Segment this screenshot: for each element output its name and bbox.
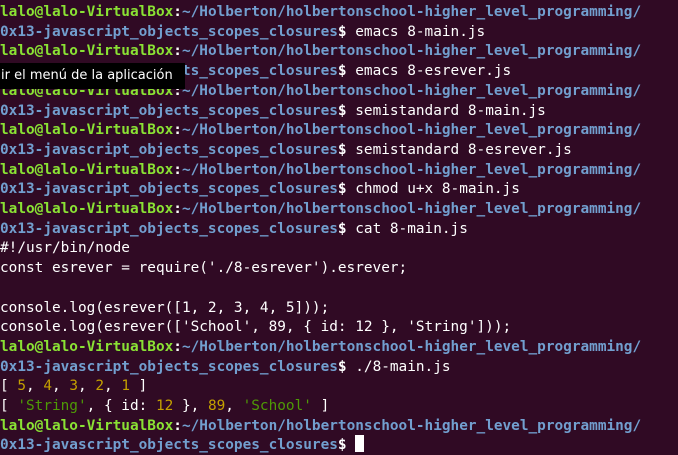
terminal-line: lalo@lalo-VirtualBox:~/Holberton/holbert… — [0, 120, 641, 140]
command-text: chmod u+x 8-main.js — [346, 181, 520, 198]
prompt-dollar: $ — [337, 63, 347, 80]
file-content-line: #!/usr/bin/node — [0, 240, 130, 257]
terminal-line: 0x13-javascript_objects_scopes_closures$… — [0, 101, 546, 121]
file-content-line: console.log(esrever(['School', 89, { id:… — [0, 319, 512, 336]
prompt-colon: : — [173, 161, 182, 178]
terminal-line: 0x13-javascript_objects_scopes_closures$… — [0, 179, 520, 199]
output-bracket: ] — [311, 398, 330, 414]
output-number: 89 — [207, 398, 226, 414]
output-string: 'String' — [17, 398, 87, 414]
output-number: 3 — [69, 378, 78, 395]
prompt-user-host: lalo@lalo-VirtualBox — [0, 201, 174, 217]
command-text — [347, 437, 356, 453]
output-comma: , — [225, 398, 243, 414]
prompt-colon: : — [173, 43, 182, 60]
prompt-path: ~/Holberton/holbertonschool-higher_level… — [181, 161, 642, 178]
prompt-dollar: $ — [337, 181, 347, 198]
file-content-line: const esrever = require('./8-esrever').e… — [0, 260, 408, 277]
terminal-line: lalo@lalo-VirtualBox:~/Holberton/holbert… — [0, 199, 641, 219]
prompt-colon: : — [173, 122, 182, 139]
terminal-line: console.log(esrever(['School', 89, { id:… — [0, 317, 511, 337]
terminal-line: lalo@lalo-VirtualBox:~/Holberton/holbert… — [0, 416, 641, 436]
prompt-dollar: $ — [337, 141, 347, 158]
output-comma: , — [26, 378, 44, 395]
prompt-path: ~/Holberton/holbertonschool-higher_level… — [181, 4, 642, 20]
prompt-path-dir: 0x13-javascript_objects_scopes_closures — [0, 141, 338, 158]
command-text: emacs 8-esrever.js — [346, 63, 512, 80]
app-menu-tooltip: ir el menú de la aplicación — [0, 63, 185, 89]
output-comma: , — [78, 378, 96, 395]
terminal-line: lalo@lalo-VirtualBox:~/Holberton/holbert… — [0, 2, 641, 22]
output-bracket: [ — [0, 398, 18, 414]
terminal-line: 0x13-javascript_objects_scopes_closures$… — [0, 140, 572, 160]
output-number: 1 — [121, 378, 130, 395]
terminal-line: 0x13-javascript_objects_scopes_closures$… — [0, 22, 485, 42]
prompt-colon: : — [173, 201, 182, 217]
output-number: 4 — [43, 378, 52, 395]
prompt-dollar: $ — [337, 23, 347, 40]
terminal-line: 0x13-javascript_objects_scopes_closures$ — [0, 435, 365, 455]
terminal-line: #!/usr/bin/node — [0, 238, 130, 258]
terminal-line: console.log(esrever([1, 2, 3, 4, 5])); — [0, 298, 329, 318]
prompt-colon: : — [173, 4, 182, 20]
prompt-path: ~/Holberton/holbertonschool-higher_level… — [181, 417, 642, 434]
terminal-window[interactable]: lalo@lalo-VirtualBox:~/Holberton/holbert… — [0, 0, 678, 453]
output-text: }, — [173, 398, 208, 414]
command-text: emacs 8-main.js — [346, 23, 486, 40]
terminal-line: lalo@lalo-VirtualBox:~/Holberton/holbert… — [0, 160, 641, 180]
terminal-line: const esrever = require('./8-esrever').e… — [0, 258, 407, 278]
command-text: ./8-main.js — [346, 358, 451, 375]
prompt-path-dir: 0x13-javascript_objects_scopes_closures — [0, 181, 338, 198]
prompt-user-host: lalo@lalo-VirtualBox — [0, 4, 174, 20]
terminal-line: 0x13-javascript_objects_scopes_closures$… — [0, 219, 468, 239]
prompt-path-dir: 0x13-javascript_objects_scopes_closures — [0, 102, 338, 119]
prompt-path: ~/Holberton/holbertonschool-higher_level… — [181, 201, 642, 217]
file-content-line: console.log(esrever([1, 2, 3, 4, 5])); — [0, 299, 330, 316]
prompt-colon: : — [173, 338, 182, 355]
prompt-user-host: lalo@lalo-VirtualBox — [0, 122, 174, 139]
prompt-path-dir: 0x13-javascript_objects_scopes_closures — [0, 220, 338, 237]
text-cursor — [355, 435, 365, 453]
prompt-path: ~/Holberton/holbertonschool-higher_level… — [181, 43, 642, 60]
prompt-path-dir: 0x13-javascript_objects_scopes_closures — [0, 358, 338, 375]
prompt-dollar: $ — [337, 102, 347, 119]
prompt-path-dir: 0x13-javascript_objects_scopes_closures — [0, 23, 338, 40]
output-bracket: [ — [0, 378, 18, 395]
output-number: 2 — [95, 378, 104, 395]
command-text: semistandard 8-esrever.js — [346, 141, 572, 158]
output-number: 5 — [17, 378, 26, 395]
prompt-user-host: lalo@lalo-VirtualBox — [0, 161, 174, 178]
prompt-user-host: lalo@lalo-VirtualBox — [0, 338, 174, 355]
output-string: 'School' — [242, 398, 312, 414]
prompt-dollar: $ — [337, 437, 347, 454]
prompt-colon: : — [173, 417, 182, 434]
prompt-path-dir: 0x13-javascript_objects_scopes_closures — [0, 437, 338, 454]
prompt-path: ~/Holberton/holbertonschool-higher_level… — [181, 82, 642, 99]
prompt-user-host: lalo@lalo-VirtualBox — [0, 417, 174, 434]
terminal-line: 0x13-javascript_objects_scopes_closures$… — [0, 357, 451, 377]
prompt-user-host: lalo@lalo-VirtualBox — [0, 43, 174, 60]
output-comma: , — [52, 378, 70, 395]
command-text: semistandard 8-main.js — [346, 102, 546, 119]
terminal-line: lalo@lalo-VirtualBox:~/Holberton/holbert… — [0, 41, 641, 61]
prompt-path: ~/Holberton/holbertonschool-higher_level… — [181, 338, 642, 355]
command-text: cat 8-main.js — [346, 220, 468, 237]
terminal-line: lalo@lalo-VirtualBox:~/Holberton/holbert… — [0, 337, 641, 357]
terminal-line: [ 5, 4, 3, 2, 1 ] — [0, 376, 147, 396]
output-text: , { id: — [86, 398, 156, 414]
prompt-dollar: $ — [337, 220, 347, 237]
prompt-path: ~/Holberton/holbertonschool-higher_level… — [181, 122, 642, 139]
output-bracket: ] — [130, 378, 148, 395]
output-number: 12 — [155, 398, 174, 414]
prompt-dollar: $ — [337, 358, 347, 375]
output-comma: , — [104, 378, 122, 395]
terminal-line: [ 'String', { id: 12 }, 89, 'School' ] — [0, 396, 329, 416]
